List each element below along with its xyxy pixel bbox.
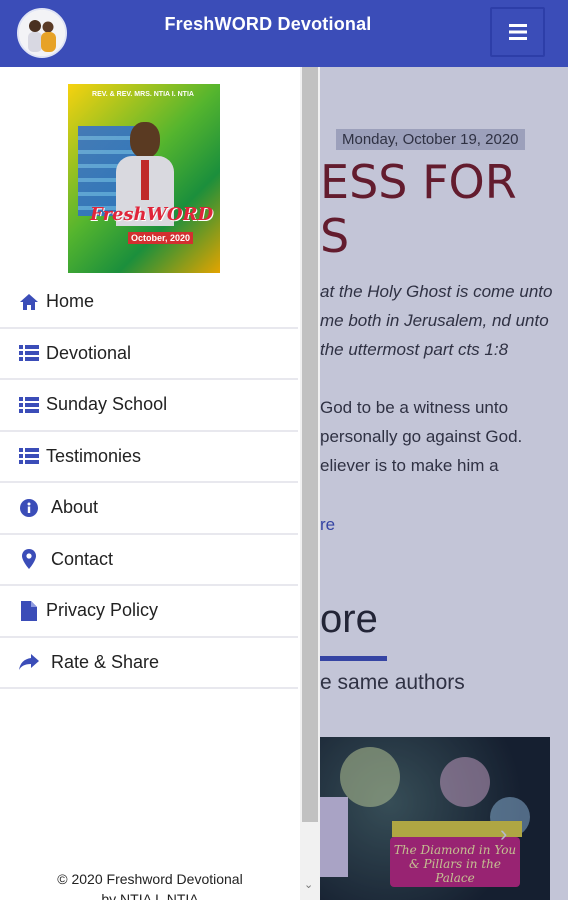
- drawer-footer: © 2020 Freshword Devotional by NTIA I. N…: [0, 869, 300, 900]
- devotional-cover-image: REV. & REV. MRS. NTIA I. NTIA FreshWORD …: [68, 84, 220, 273]
- document-icon: [18, 600, 40, 622]
- nav-item-label: Sunday School: [46, 394, 168, 415]
- nav-item-contact[interactable]: Contact: [0, 535, 298, 586]
- nav-item-rate-share[interactable]: Rate & Share: [0, 638, 298, 689]
- nav-item-about[interactable]: About: [0, 483, 298, 535]
- drawer-scrollbar[interactable]: ⌄: [300, 67, 320, 900]
- app-header: FreshWORD Devotional: [0, 0, 568, 67]
- scrollbar-thumb[interactable]: [302, 67, 318, 822]
- drawer-backdrop[interactable]: [300, 67, 568, 900]
- menu-toggle-button[interactable]: [490, 7, 545, 57]
- nav-item-label: Rate & Share: [51, 651, 160, 672]
- list-icon: [18, 342, 40, 364]
- nav-item-devotional[interactable]: Devotional: [0, 329, 298, 380]
- cover-month: October, 2020: [128, 232, 194, 244]
- hamburger-menu-icon: [508, 24, 527, 40]
- info-icon: [18, 497, 40, 519]
- app-title: FreshWORD Devotional: [164, 14, 372, 34]
- nav-item-privacy-policy[interactable]: Privacy Policy: [0, 586, 298, 638]
- cover-brand: FreshWORD: [90, 204, 214, 225]
- nav-item-label: Home: [46, 291, 95, 312]
- scroll-down-arrow-icon[interactable]: ⌄: [304, 878, 313, 891]
- nav-item-testimonies[interactable]: Testimonies: [0, 432, 298, 483]
- author-credit: by NTIA I. NTIA: [101, 891, 199, 900]
- location-pin-icon: [18, 548, 40, 570]
- nav-item-label: Devotional: [46, 342, 132, 363]
- copyright-text: © 2020 Freshword Devotional: [57, 871, 243, 887]
- nav-item-label: Privacy Policy: [46, 600, 159, 621]
- nav-item-label: About: [51, 497, 99, 518]
- nav-item-label: Testimonies: [46, 445, 142, 466]
- nav-item-label: Contact: [51, 548, 114, 569]
- list-icon: [18, 445, 40, 467]
- navigation-drawer: REV. & REV. MRS. NTIA I. NTIA FreshWORD …: [0, 67, 300, 900]
- share-icon: [18, 651, 40, 673]
- list-icon: [18, 394, 40, 416]
- drawer-nav-list: Home Devotional Sunday School Testimonie…: [0, 277, 298, 689]
- home-icon: [18, 291, 40, 313]
- nav-item-sunday-school[interactable]: Sunday School: [0, 380, 298, 432]
- nav-item-home[interactable]: Home: [0, 277, 298, 329]
